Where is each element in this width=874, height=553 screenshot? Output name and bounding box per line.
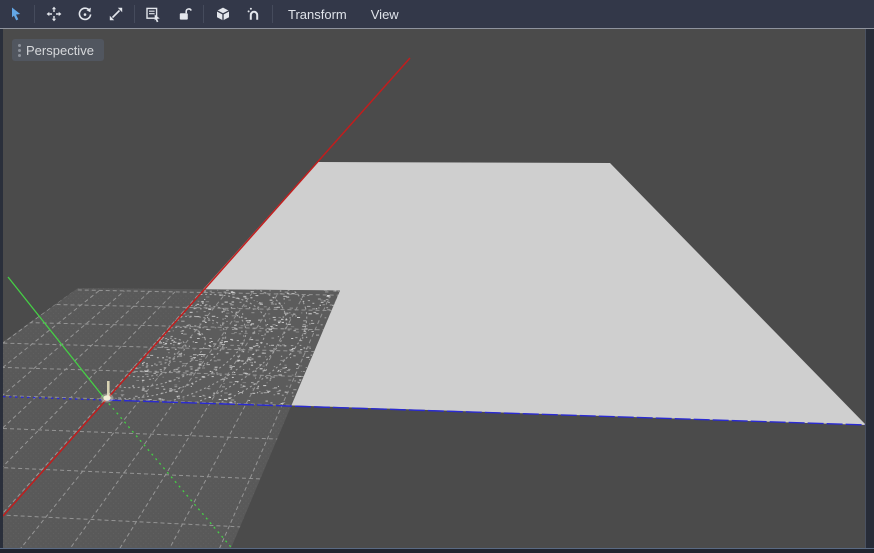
toolbar-separator: [203, 5, 204, 23]
toolbar-separator: [134, 5, 135, 23]
viewport-bottom-border: [0, 548, 874, 553]
viewport-left-border: [0, 29, 3, 553]
toolbar-separator: [272, 5, 273, 23]
drag-handle-icon: [18, 44, 21, 57]
scale-arrows-icon: [108, 6, 124, 22]
viewport-right-border: [865, 29, 874, 553]
snap-tool-button[interactable]: [238, 0, 269, 28]
transform-menu[interactable]: Transform: [276, 0, 359, 28]
magnet-icon: [246, 6, 262, 22]
perspective-menu[interactable]: Perspective: [12, 39, 104, 61]
list-select-tool-button[interactable]: [138, 0, 169, 28]
camera-mode-label: Perspective: [26, 43, 94, 58]
view-menu[interactable]: View: [359, 0, 411, 28]
select-arrow-icon: [8, 6, 24, 22]
move-tool-button[interactable]: [38, 0, 69, 28]
3d-toolbar: Transform View: [0, 0, 874, 29]
3d-viewport[interactable]: [0, 0, 874, 553]
lock-tool-button[interactable]: [169, 0, 200, 28]
select-tool-button[interactable]: [0, 0, 31, 28]
scale-tool-button[interactable]: [100, 0, 131, 28]
godot-3d-editor: Transform View Perspective: [0, 0, 874, 553]
list-select-icon: [145, 6, 162, 23]
rotate-tool-button[interactable]: [69, 0, 100, 28]
unlock-icon: [177, 6, 193, 22]
group-tool-button[interactable]: [207, 0, 238, 28]
move-arrows-icon: [46, 6, 62, 22]
toolbar-separator: [34, 5, 35, 23]
rotate-arrow-icon: [77, 6, 93, 22]
cube-icon: [215, 6, 231, 22]
